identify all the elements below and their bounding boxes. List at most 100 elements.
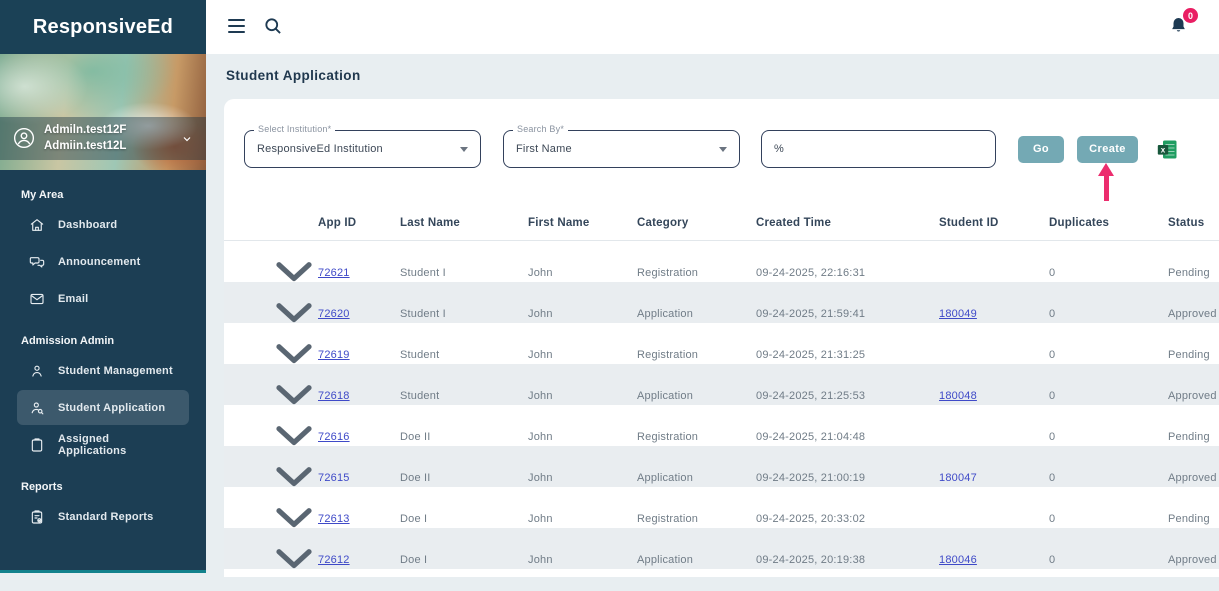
table-row: 72613Doe IJohnRegistration09-24-2025, 20…: [224, 487, 1219, 528]
cell-last-name: Doe I: [400, 513, 528, 525]
sidebar-item-announcement[interactable]: Announcement: [17, 244, 189, 279]
student-id-link[interactable]: 180048: [939, 390, 977, 402]
user-profile-dropdown[interactable]: Admiln.test12F Admiin.test12L: [0, 117, 206, 160]
search-query-field: [761, 130, 996, 168]
table-row: 72619StudentJohnRegistration09-24-2025, …: [224, 323, 1219, 364]
go-button[interactable]: Go: [1018, 136, 1064, 163]
table-row: 72616Doe IIJohnRegistration09-24-2025, 2…: [224, 405, 1219, 446]
search-query-input[interactable]: [774, 143, 983, 155]
app-id-link[interactable]: 72612: [318, 554, 350, 566]
cell-created-time: 09-24-2025, 20:19:38: [756, 554, 939, 566]
sidebar-item-email[interactable]: Email: [17, 281, 189, 316]
applications-table: App IDLast NameFirst NameCategoryCreated…: [224, 205, 1219, 569]
cell-first-name: John: [528, 472, 637, 484]
sidebar-item-standard-reports[interactable]: Standard Reports: [17, 499, 189, 534]
status-badge: Approved: [1168, 472, 1219, 484]
cell-first-name: John: [528, 554, 637, 566]
student-id-link[interactable]: 180049: [939, 308, 977, 320]
student-id-link[interactable]: 180046: [939, 554, 977, 566]
column-header: Status: [1168, 217, 1219, 229]
email-icon: [29, 291, 45, 307]
cell-category: Application: [637, 554, 756, 566]
announcement-icon: [29, 254, 45, 270]
notification-count-badge: 0: [1183, 8, 1198, 23]
column-header: Created Time: [756, 217, 939, 229]
app-id-link[interactable]: 72613: [318, 513, 350, 525]
cell-duplicates: 0: [1049, 308, 1168, 320]
sidebar-item-student-application[interactable]: Student Application: [17, 390, 189, 425]
cell-created-time: 09-24-2025, 20:33:02: [756, 513, 939, 525]
cell-first-name: John: [528, 349, 637, 361]
cell-first-name: John: [528, 513, 637, 525]
cell-first-name: John: [528, 267, 637, 279]
brand-logo: ResponsiveEd: [0, 0, 206, 54]
hamburger-menu-icon[interactable]: [228, 19, 245, 33]
cell-last-name: Student: [400, 349, 528, 361]
cell-created-time: 09-24-2025, 21:04:48: [756, 431, 939, 443]
sidebar-item-assigned-applications[interactable]: Assigned Applications: [17, 427, 189, 462]
filter-form: Select Institution* ResponsiveEd Institu…: [244, 130, 1219, 168]
status-badge: Approved: [1168, 308, 1219, 320]
search-by-select[interactable]: Search By* First Name: [503, 130, 740, 168]
cell-created-time: 09-24-2025, 21:59:41: [756, 308, 939, 320]
cell-category: Application: [637, 390, 756, 402]
cell-created-time: 09-24-2025, 22:16:31: [756, 267, 939, 279]
cell-first-name: John: [528, 431, 637, 443]
cell-student-id: 180049: [939, 308, 1049, 320]
cell-duplicates: 0: [1049, 431, 1168, 443]
cell-category: Application: [637, 472, 756, 484]
annotation-arrow-up: [1098, 163, 1114, 201]
person-icon: [29, 363, 45, 379]
institution-select[interactable]: Select Institution* ResponsiveEd Institu…: [244, 130, 481, 168]
table-row: 72621 Student IJohnRegistration09-24-2025…: [224, 241, 1219, 282]
app-id-link[interactable]: 72620: [318, 308, 350, 320]
cell-student-id: 180047: [939, 472, 1049, 484]
sidebar-item-dashboard[interactable]: Dashboard: [17, 207, 189, 242]
svg-text:x: x: [1161, 145, 1166, 154]
institution-select-value: ResponsiveEd Institution: [257, 143, 383, 155]
sidebar-item-student-management[interactable]: Student Management: [17, 353, 189, 388]
create-button[interactable]: Create: [1077, 136, 1138, 163]
cell-duplicates: 0: [1049, 267, 1168, 279]
cell-last-name: Student I: [400, 267, 528, 279]
cell-category: Application: [637, 308, 756, 320]
cell-last-name: Student I: [400, 308, 528, 320]
section-label-my-area: My Area: [21, 189, 206, 201]
excel-export-icon[interactable]: x: [1157, 139, 1178, 160]
app-id-link[interactable]: 72619: [318, 349, 350, 361]
home-icon: [29, 217, 45, 233]
cell-duplicates: 0: [1049, 472, 1168, 484]
cell-duplicates: 0: [1049, 390, 1168, 402]
status-badge: Approved: [1168, 390, 1219, 402]
app-id-link[interactable]: 72616: [318, 431, 350, 443]
app-id-link[interactable]: 72621: [318, 267, 350, 279]
app-id-link[interactable]: 72615: [318, 472, 350, 484]
user-name: Admiln.test12F Admiin.test12L: [44, 122, 172, 155]
cell-created-time: 09-24-2025, 21:31:25: [756, 349, 939, 361]
student-id-link[interactable]: 180047: [939, 472, 977, 484]
cell-last-name: Student: [400, 390, 528, 402]
table-row: 72615Doe IIJohnApplication09-24-2025, 21…: [224, 446, 1219, 487]
row-expand-chevron-down-icon[interactable]: [264, 579, 324, 591]
sidebar: ResponsiveEd Admiln.test12F Admiin.test1…: [0, 0, 206, 573]
cell-category: Registration: [637, 267, 756, 279]
cell-student-id: 180048: [939, 390, 1049, 402]
column-header: Student ID: [939, 217, 1049, 229]
status-badge: Pending: [1168, 513, 1219, 525]
table-header-row: App IDLast NameFirst NameCategoryCreated…: [224, 205, 1219, 241]
cell-first-name: John: [528, 308, 637, 320]
content-card: Select Institution* ResponsiveEd Institu…: [224, 99, 1219, 577]
search-icon[interactable]: [263, 16, 283, 36]
cell-last-name: Doe II: [400, 472, 528, 484]
notifications-bell-icon[interactable]: 0: [1169, 15, 1191, 39]
status-badge: Pending: [1168, 267, 1219, 279]
page-title: Student Application: [226, 68, 361, 83]
table-row: 72618StudentJohnApplication09-24-2025, 2…: [224, 364, 1219, 405]
clipboard-icon: [29, 437, 45, 453]
profile-photo-banner: Admiln.test12F Admiin.test12L: [0, 54, 206, 170]
status-badge: Pending: [1168, 431, 1219, 443]
content-area: Select Institution* ResponsiveEd Institu…: [206, 97, 1219, 573]
chevron-down-icon: [719, 147, 727, 152]
app-id-link[interactable]: 72618: [318, 390, 350, 402]
cell-last-name: Doe II: [400, 431, 528, 443]
